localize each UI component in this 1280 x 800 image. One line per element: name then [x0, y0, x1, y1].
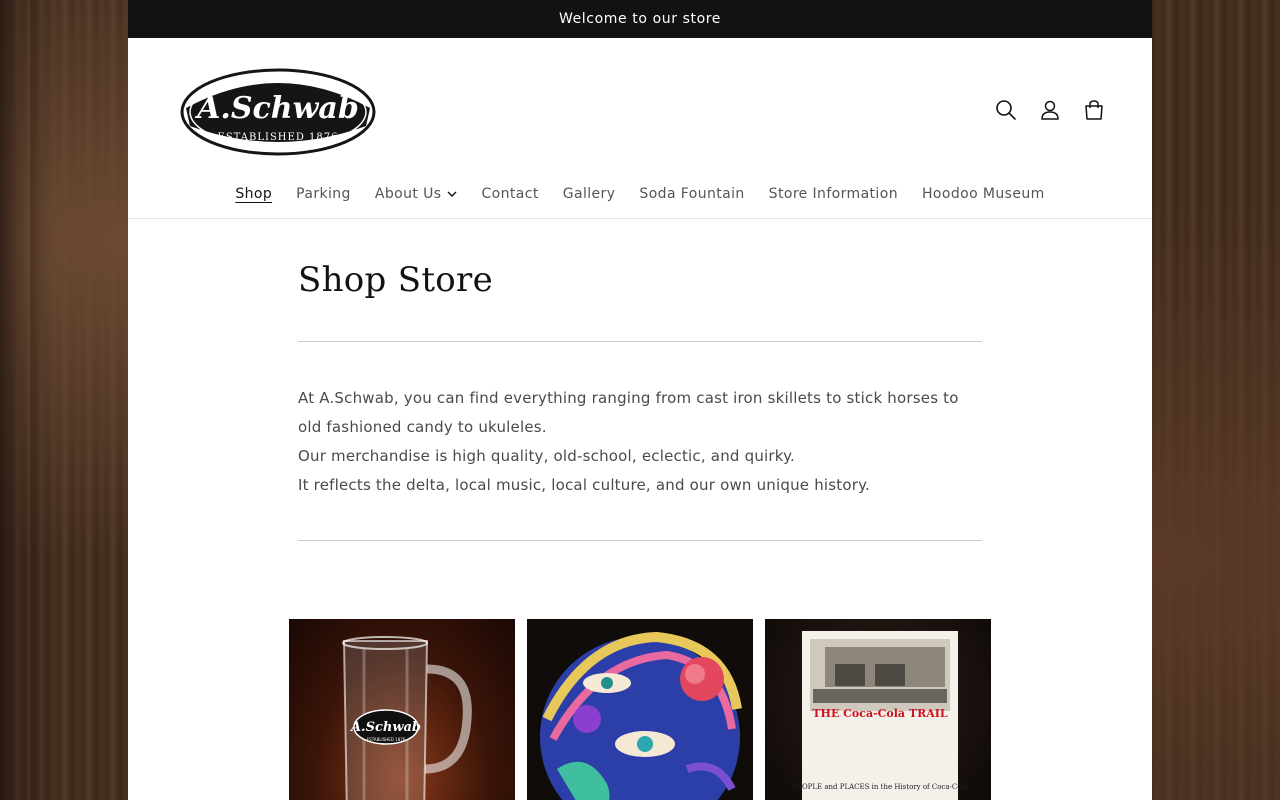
- description-paragraph: It reflects the delta, local music, loca…: [298, 476, 871, 494]
- nav-item-label: Contact: [481, 186, 539, 202]
- account-icon[interactable]: [1036, 96, 1064, 124]
- site-header: A.Schwab ESTABLISHED 1876 Shop Parking A…: [128, 38, 1152, 219]
- cart-icon[interactable]: [1080, 96, 1108, 124]
- main-nav: Shop Parking About Us Contact Gallery So…: [128, 186, 1152, 202]
- nav-item-label: Soda Fountain: [639, 186, 745, 202]
- description-paragraph: Our merchandise is high quality, old-sch…: [298, 447, 796, 465]
- chevron-down-icon: [447, 191, 457, 197]
- nav-item-store-information[interactable]: Store Information: [757, 186, 910, 202]
- nav-item-label: Shop: [235, 186, 273, 202]
- logo-tagline: ESTABLISHED 1876: [218, 132, 339, 143]
- nav-item-label: Store Information: [768, 186, 898, 202]
- description-paragraph: At A.Schwab, you can find everything ran…: [298, 389, 959, 436]
- product-card-coca-cola-book[interactable]: THE Coca-Cola TRAIL PEOPLE and PLACES in…: [765, 619, 991, 800]
- nav-item-shop[interactable]: Shop: [223, 186, 284, 202]
- mug-logo-text: A.Schwab: [349, 720, 421, 735]
- coca-cola-book-image: THE Coca-Cola TRAIL PEOPLE and PLACES in…: [792, 631, 968, 800]
- nav-item-gallery[interactable]: Gallery: [551, 186, 628, 202]
- page-title: Shop Store: [298, 260, 494, 300]
- product-card-mug[interactable]: A.Schwab ESTABLISHED 1876: [289, 619, 515, 800]
- nav-item-hoodoo-museum[interactable]: Hoodoo Museum: [910, 186, 1057, 202]
- mug-logo-subtext: ESTABLISHED 1876: [367, 737, 406, 742]
- logo-wordmark: A.Schwab: [194, 91, 359, 126]
- announcement-bar: Welcome to our store: [128, 0, 1152, 38]
- announcement-text: Welcome to our store: [558, 11, 722, 27]
- search-icon[interactable]: [992, 96, 1020, 124]
- book-subtitle-text: PEOPLE and PLACES in the History of Coca…: [792, 783, 968, 791]
- mug-image: A.Schwab ESTABLISHED 1876: [342, 636, 472, 800]
- nav-item-label: Parking: [296, 186, 351, 202]
- book-title-text: THE Coca-Cola TRAIL: [812, 707, 948, 720]
- product-card-art-plate[interactable]: [527, 619, 753, 800]
- nav-item-about-us[interactable]: About Us: [363, 186, 470, 202]
- nav-item-parking[interactable]: Parking: [284, 186, 363, 202]
- store-logo[interactable]: A.Schwab ESTABLISHED 1876: [178, 66, 378, 158]
- page-description: At A.Schwab, you can find everything ran…: [298, 384, 982, 500]
- divider: [298, 540, 982, 541]
- nav-item-soda-fountain[interactable]: Soda Fountain: [627, 186, 756, 202]
- nav-item-label: About Us: [374, 186, 442, 202]
- nav-item-contact[interactable]: Contact: [469, 186, 550, 202]
- divider: [298, 341, 982, 342]
- store-page: Welcome to our store A.Schwab ESTABLISHE…: [128, 0, 1152, 800]
- main-content: Shop Store At A.Schwab, you can find eve…: [298, 259, 982, 541]
- nav-item-label: Gallery: [562, 186, 616, 202]
- art-plate-image: [540, 631, 742, 800]
- header-icons: [992, 96, 1108, 124]
- product-grid: A.Schwab ESTABLISHED 1876 THE Coca-Cola …: [289, 619, 991, 800]
- nav-item-label: Hoodoo Museum: [921, 186, 1045, 202]
